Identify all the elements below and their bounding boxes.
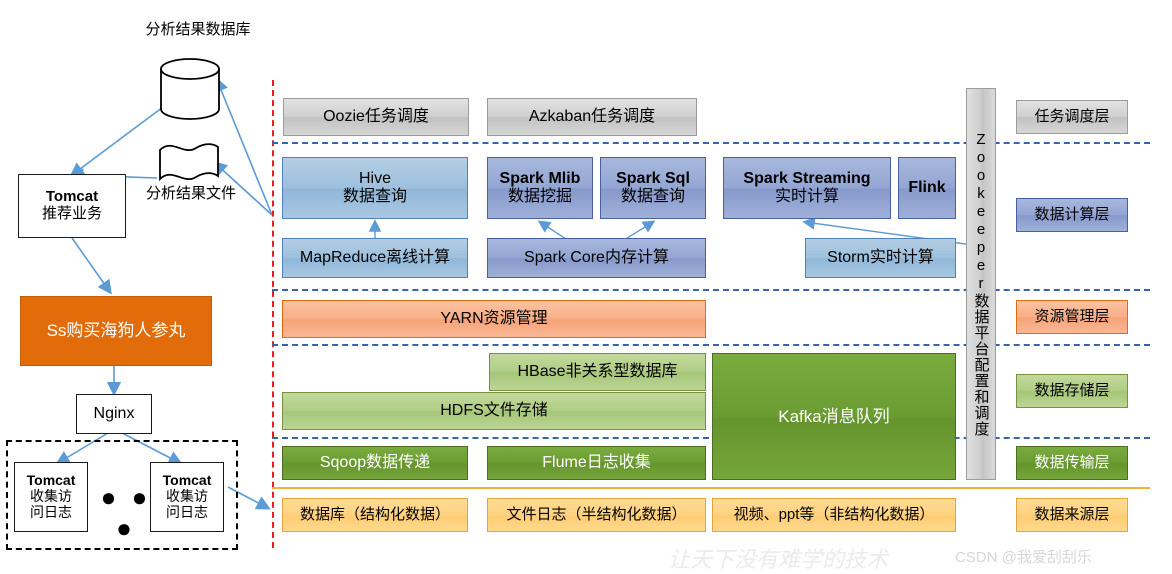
layer-label-schedule-text: 任务调度层 — [1034, 107, 1110, 125]
source-unstructured-label: 视频、ppt等（非结构化数据） — [733, 505, 935, 523]
hive-sub: 数据查询 — [342, 188, 407, 205]
result-file-label: 分析结果文件 — [145, 185, 236, 202]
spark-mlib-sub: 数据挖掘 — [507, 188, 572, 205]
database-cylinder-icon — [160, 58, 220, 120]
zookeeper-label: Zookeeper数据平台配置和调度 — [972, 131, 990, 437]
flink-label: Flink — [908, 179, 946, 197]
tomcat-log-box-left: Tomcat 收集访 问日志 — [14, 462, 88, 532]
flume-box: Flume日志收集 — [487, 446, 706, 480]
architecture-diagram: 分析结果数据库 分析结果文件 Tomcat 推荐业务 Ss购买海狗人参丸 Ngi… — [0, 0, 1172, 572]
nginx-label: Nginx — [93, 405, 135, 423]
hbase-box: HBase非关系型数据库 — [489, 353, 706, 391]
watermark-csdn: CSDN @我爱刮刮乐 — [955, 549, 1092, 566]
kafka-box: Kafka消息队列 — [712, 353, 956, 480]
product-business-label: Ss购买海狗人参丸 — [46, 321, 186, 341]
result-file-icon — [158, 140, 220, 186]
layer-label-resource-text: 资源管理层 — [1034, 307, 1110, 325]
layer-label-storage-text: 数据存储层 — [1034, 381, 1110, 399]
platform-boundary-divider — [272, 80, 274, 548]
spark-core-label: Spark Core内存计算 — [524, 249, 669, 267]
layer-label-storage: 数据存储层 — [1016, 374, 1128, 408]
result-db-label: 分析结果数据库 — [145, 21, 251, 38]
layer-label-transport-text: 数据传输层 — [1034, 453, 1110, 471]
nginx-box: Nginx — [76, 394, 152, 434]
tomcat-recommend-title: Tomcat — [45, 188, 99, 206]
mapreduce-label: MapReduce离线计算 — [299, 249, 451, 267]
tomcat-log-right-title: Tomcat — [162, 472, 212, 489]
hdfs-box: HDFS文件存储 — [282, 392, 706, 430]
storm-label: Storm实时计算 — [827, 249, 934, 267]
kafka-label: Kafka消息队列 — [778, 406, 890, 426]
storm-box: Storm实时计算 — [805, 238, 956, 278]
tomcat-log-left-title: Tomcat — [26, 472, 76, 489]
source-unstructured-box: 视频、ppt等（非结构化数据） — [712, 498, 956, 532]
spark-streaming-box: Spark Streaming 实时计算 — [723, 157, 891, 219]
layer-label-schedule: 任务调度层 — [1016, 100, 1128, 134]
divider-compute-resource — [272, 289, 1150, 291]
hbase-label: HBase非关系型数据库 — [517, 363, 678, 381]
tomcat-log-left-sub1: 收集访 — [30, 488, 72, 505]
layer-label-compute-text: 数据计算层 — [1034, 205, 1110, 223]
spark-sql-title: Spark Sql — [616, 170, 690, 188]
hdfs-label: HDFS文件存储 — [440, 402, 548, 420]
spark-sql-sub: 数据查询 — [620, 188, 685, 205]
spark-streaming-title: Spark Streaming — [743, 170, 871, 188]
oozie-label: Oozie任务调度 — [323, 108, 429, 126]
spark-mlib-title: Spark Mlib — [499, 170, 581, 188]
layer-label-resource: 资源管理层 — [1016, 300, 1128, 334]
yarn-label: YARN资源管理 — [440, 310, 548, 328]
divider-transport-source — [272, 487, 1150, 489]
oozie-box: Oozie任务调度 — [283, 98, 469, 136]
hive-box: Hive 数据查询 — [282, 157, 468, 219]
tomcat-log-box-right: Tomcat 收集访 问日志 — [150, 462, 224, 532]
divider-resource-storage — [272, 344, 1150, 346]
tomcat-recommend-box: Tomcat 推荐业务 — [18, 174, 126, 238]
layer-label-source-text: 数据来源层 — [1034, 505, 1110, 523]
yarn-box: YARN资源管理 — [282, 300, 706, 338]
divider-storage-transport — [272, 437, 1150, 439]
product-business-box: Ss购买海狗人参丸 — [20, 296, 212, 366]
source-filelog-label: 文件日志（半结构化数据） — [506, 505, 687, 523]
spark-mlib-box: Spark Mlib 数据挖掘 — [487, 157, 593, 219]
spark-core-box: Spark Core内存计算 — [487, 238, 706, 278]
source-db-box: 数据库（结构化数据） — [282, 498, 468, 532]
sqoop-label: Sqoop数据传递 — [319, 454, 431, 472]
sqoop-box: Sqoop数据传递 — [282, 446, 468, 480]
zookeeper-strip: Zookeeper数据平台配置和调度 — [966, 88, 996, 480]
tomcat-recommend-sub: 推荐业务 — [41, 205, 102, 222]
flink-box: Flink — [898, 157, 956, 219]
tomcat-log-right-sub2: 问日志 — [166, 503, 208, 520]
source-filelog-box: 文件日志（半结构化数据） — [487, 498, 706, 532]
azkaban-label: Azkaban任务调度 — [528, 108, 656, 126]
mapreduce-box: MapReduce离线计算 — [282, 238, 468, 278]
layer-label-source: 数据来源层 — [1016, 498, 1128, 532]
tomcat-log-left-sub2: 问日志 — [30, 503, 72, 520]
watermark-slogan: 让天下没有难学的技术 — [668, 547, 889, 572]
divider-schedule-compute — [272, 142, 1150, 144]
layer-label-compute: 数据计算层 — [1016, 198, 1128, 232]
spark-sql-box: Spark Sql 数据查询 — [600, 157, 706, 219]
spark-streaming-sub: 实时计算 — [774, 188, 839, 205]
azkaban-box: Azkaban任务调度 — [487, 98, 697, 136]
flume-label: Flume日志收集 — [542, 454, 651, 472]
source-db-label: 数据库（结构化数据） — [299, 505, 450, 523]
cluster-ellipsis: ● ● ● — [100, 482, 152, 543]
layer-label-transport: 数据传输层 — [1016, 446, 1128, 480]
tomcat-log-right-sub1: 收集访 — [166, 488, 208, 505]
hive-title: Hive — [358, 170, 391, 188]
